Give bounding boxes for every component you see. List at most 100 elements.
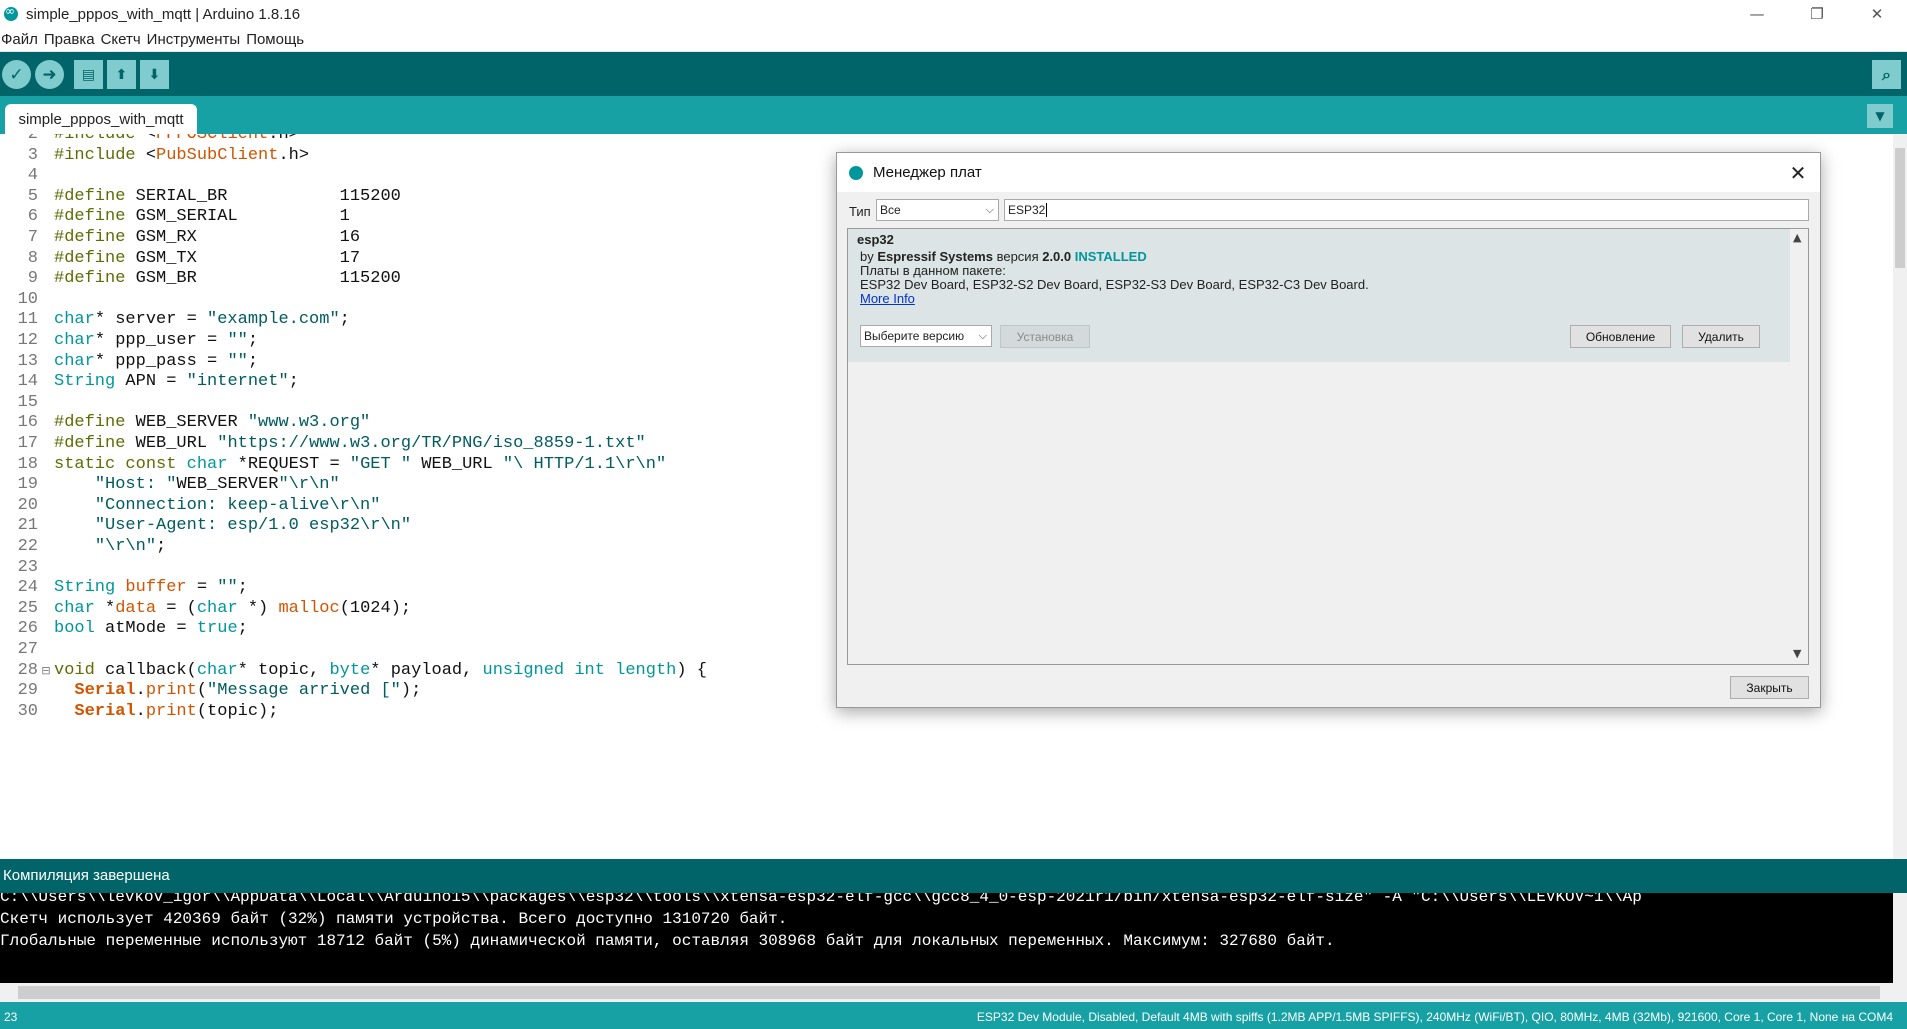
code-text: #define SERIAL_BR 115200 <box>54 186 401 206</box>
open-sketch-button[interactable]: ⬆ <box>107 60 136 89</box>
update-button[interactable]: Обновление <box>1570 325 1671 348</box>
chevron-down-icon: ⌵ <box>985 203 994 216</box>
code-text: "User-Agent: esp/1.0 esp32\r\n" <box>94 516 412 536</box>
serial-monitor-button[interactable]: ⌕ <box>1872 60 1901 89</box>
line-number: 8 <box>27 248 38 268</box>
code-text: static const char *REQUEST = "GET " WEB_… <box>54 454 667 474</box>
new-sketch-button[interactable]: ▤ <box>74 60 103 89</box>
install-button[interactable]: Установка <box>1000 325 1090 348</box>
code-text: #define GSM_TX 17 <box>54 248 361 268</box>
line-number: 19 <box>17 475 38 495</box>
code-text: char* ppp_user = ""; <box>54 331 259 350</box>
line-number: 13 <box>17 351 38 371</box>
board-package-item[interactable]: esp32 by Espressif Systems версия 2.0.0 … <box>848 229 1790 362</box>
more-info-link[interactable]: More Info <box>860 291 915 306</box>
package-info-line: by Espressif Systems версия 2.0.0 INSTAL… <box>860 249 1147 264</box>
dialog-title: Менеджер плат <box>873 164 982 181</box>
editor-scroll-thumb[interactable] <box>1895 148 1905 268</box>
line-number: 6 <box>27 207 38 227</box>
line-number: 3 <box>27 145 38 165</box>
upload-button[interactable]: ➜ <box>35 60 64 89</box>
line-number: 16 <box>17 413 38 433</box>
console-hscroll-thumb[interactable] <box>18 986 1880 999</box>
code-text: Serial.print("Message arrived ["); <box>74 681 422 701</box>
line-number: 28 <box>17 660 38 680</box>
text-cursor <box>1046 203 1048 217</box>
version-select[interactable]: Выберите версию ⌵ <box>860 325 992 347</box>
arduino-ide-window: simple_pppos_with_mqtt | Arduino 1.8.16 … <box>0 0 1907 1029</box>
dialog-close-icon[interactable]: ✕ <box>1784 159 1812 187</box>
line-number: 4 <box>27 166 38 186</box>
status-line-number: 23 <box>4 1010 18 1024</box>
tab-menu-button[interactable]: ▼ <box>1867 104 1893 128</box>
chevron-down-icon: ⌵ <box>978 329 987 342</box>
package-by: by <box>860 249 878 264</box>
code-text: #include <PubSubClient.h> <box>54 145 310 165</box>
menu-bar: Файл Правка Скетч Инструменты Помощь <box>0 28 1907 52</box>
remove-button[interactable]: Удалить <box>1682 325 1760 348</box>
code-text: char *data = (char *) malloc(1024); <box>54 598 412 618</box>
board-list: esp32 by Espressif Systems версия 2.0.0 … <box>847 228 1809 665</box>
menu-tools[interactable]: Инструменты <box>146 31 246 48</box>
verify-button[interactable]: ✓ <box>2 60 31 89</box>
code-text: char* ppp_pass = ""; <box>54 351 259 371</box>
package-version: 2.0.0 <box>1042 249 1072 264</box>
code-text: "Host: "WEB_SERVER"\r\n" <box>94 475 340 495</box>
list-scrollbar[interactable]: ▲ ▼ <box>1790 229 1808 664</box>
line-number: 5 <box>27 186 38 206</box>
minimize-button[interactable]: — <box>1727 0 1787 28</box>
code-text: #define WEB_URL "https://www.w3.org/TR/P… <box>54 434 646 453</box>
scroll-up-icon[interactable]: ▲ <box>1793 231 1801 244</box>
boards-list-text: ESP32 Dev Board, ESP32-S2 Dev Board, ESP… <box>860 277 1369 292</box>
save-sketch-button[interactable]: ⬇ <box>140 60 169 89</box>
tab-strip: simple_pppos_with_mqtt ▼ <box>0 96 1907 134</box>
console-line: Скетч использует 420369 байт (32%) памят… <box>0 910 788 928</box>
line-number: 17 <box>17 434 38 453</box>
line-number: 7 <box>27 228 38 247</box>
close-window-button[interactable]: ✕ <box>1847 0 1907 28</box>
code-text: "\r\n"; <box>94 537 167 556</box>
scroll-down-icon[interactable]: ▼ <box>1793 647 1801 660</box>
menu-edit[interactable]: Правка <box>43 31 100 48</box>
line-number: 21 <box>17 516 38 536</box>
code-text: void callback(char* topic, byte* payload… <box>54 660 707 680</box>
restore-button[interactable]: ❐ <box>1787 0 1847 28</box>
console-line: Глобальные переменные используют 18712 б… <box>0 932 1335 950</box>
fold-toggle-icon[interactable]: ⊟ <box>38 664 54 677</box>
installed-badge: INSTALLED <box>1074 249 1147 264</box>
console-vertical-scrollbar[interactable] <box>1893 893 1907 983</box>
line-number: 29 <box>17 681 38 701</box>
status-bar: 23 ESP32 Dev Module, Disabled, Default 4… <box>0 1002 1907 1029</box>
console-line: C:\\Users\\levkov_igor\\AppData\\Local\\… <box>0 893 1642 906</box>
type-filter-label: Тип <box>849 204 871 219</box>
tab-sketch[interactable]: simple_pppos_with_mqtt <box>5 104 197 134</box>
line-number: 18 <box>17 454 38 474</box>
line-number: 27 <box>17 640 38 659</box>
package-vendor: Espressif Systems <box>877 249 993 264</box>
code-text: #define GSM_SERIAL 1 <box>54 207 350 227</box>
window-controls: — ❐ ✕ <box>1727 0 1907 28</box>
line-number: 23 <box>17 557 38 577</box>
arduino-logo-icon <box>849 165 863 180</box>
line-number: 15 <box>17 392 38 412</box>
board-search-input[interactable]: ESP32 <box>1004 199 1809 221</box>
type-filter-value: Все <box>880 203 901 217</box>
arduino-logo-icon <box>4 4 18 21</box>
editor-scrollbar[interactable] <box>1893 134 1907 859</box>
line-number: 20 <box>17 495 38 515</box>
code-text: "Connection: keep-alive\r\n" <box>94 495 381 515</box>
package-name: esp32 <box>857 232 894 247</box>
menu-file[interactable]: Файл <box>0 31 43 48</box>
line-number: 9 <box>27 269 38 289</box>
close-dialog-button[interactable]: Закрыть <box>1730 676 1809 699</box>
console-status-bar: Компиляция завершена <box>0 859 1907 893</box>
window-title: simple_pppos_with_mqtt | Arduino 1.8.16 <box>26 5 301 23</box>
line-number: 14 <box>17 372 38 392</box>
title-bar: simple_pppos_with_mqtt | Arduino 1.8.16 … <box>0 0 1907 28</box>
menu-sketch[interactable]: Скетч <box>100 31 146 48</box>
menu-help[interactable]: Помощь <box>245 31 309 48</box>
line-number: 10 <box>17 289 38 309</box>
type-filter-select[interactable]: Все ⌵ <box>876 199 999 221</box>
line-number: 22 <box>17 537 38 556</box>
console-horizontal-scrollbar[interactable] <box>0 983 1907 1002</box>
